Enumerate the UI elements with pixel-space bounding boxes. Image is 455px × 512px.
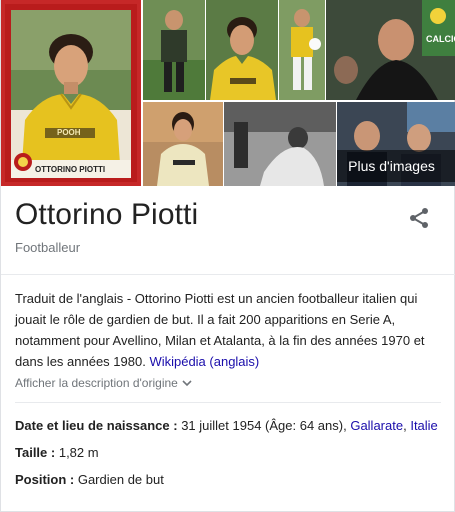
share-icon: [410, 208, 428, 228]
sticker-player-name: OTTORINO PIOTTI: [35, 165, 106, 174]
photo-thumbnail-4[interactable]: CALCIO: [326, 0, 455, 100]
photo-thumbnail-2[interactable]: [206, 0, 278, 100]
knowledge-panel: POOH OTTORINO PIOTTI CALCI Plus d'images…: [0, 0, 455, 512]
show-original-label: Afficher la description d'origine: [15, 376, 178, 390]
fact-height-value: 1,82 m: [58, 445, 99, 460]
section-divider: [15, 402, 441, 403]
fact-birth-value: 31 juillet 1954 (Âge: 64 ans),: [181, 418, 347, 433]
sticker-sponsor: POOH: [57, 128, 81, 137]
main-photo-sticker[interactable]: POOH OTTORINO PIOTTI: [1, 0, 141, 186]
fact-birth-separator: ,: [403, 418, 407, 433]
photo-thumbnail-5[interactable]: [143, 102, 223, 186]
chevron-down-icon: [182, 380, 192, 387]
sticker-card: POOH OTTORINO PIOTTI: [11, 10, 131, 178]
banner-text: CALCIO: [426, 34, 455, 44]
sticker-illustration: [11, 10, 131, 178]
wikipedia-link[interactable]: Wikipédia (anglais): [149, 354, 259, 369]
fact-height: Taille : 1,82 m: [15, 445, 99, 460]
show-original-toggle[interactable]: Afficher la description d'origine: [15, 376, 192, 390]
fact-position-label: Position :: [15, 472, 75, 487]
birthplace-link-city[interactable]: Gallarate: [350, 418, 403, 433]
fact-birth: Date et lieu de naissance : 31 juillet 1…: [15, 418, 438, 433]
fact-position-value: Gardien de but: [77, 472, 164, 487]
entity-subtitle: Footballeur: [15, 240, 81, 255]
share-button[interactable]: [407, 206, 431, 230]
fact-position: Position : Gardien de but: [15, 472, 164, 487]
entity-title: Ottorino Piotti: [15, 198, 199, 231]
photo-thumbnail-1[interactable]: [143, 0, 205, 100]
photo-thumbnail-6[interactable]: [224, 102, 336, 186]
more-images-button[interactable]: Plus d'images: [337, 150, 455, 182]
fact-birth-label: Date et lieu de naissance :: [15, 418, 178, 433]
photo-thumbnail-7[interactable]: Plus d'images: [337, 102, 455, 186]
description: Traduit de l'anglais - Ottorino Piotti e…: [15, 288, 443, 372]
birthplace-link-country[interactable]: Italie: [410, 418, 437, 433]
section-divider: [1, 274, 455, 275]
photo-thumbnail-3[interactable]: [279, 0, 325, 100]
fact-height-label: Taille :: [15, 445, 56, 460]
